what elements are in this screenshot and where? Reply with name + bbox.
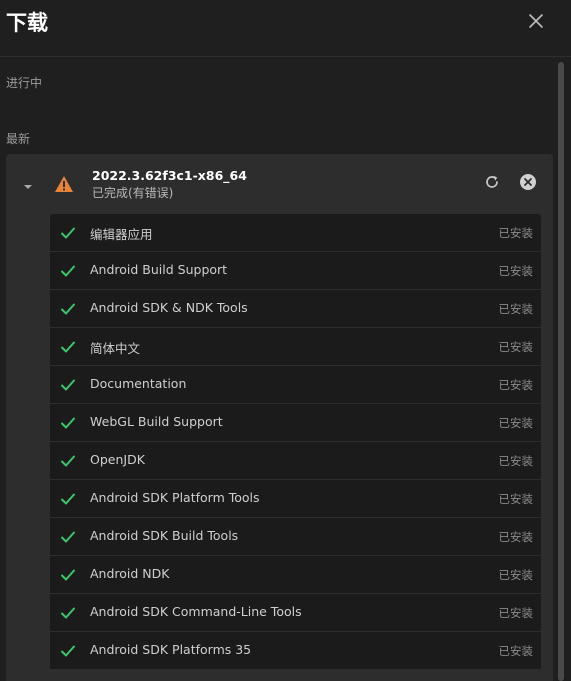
module-state: 已安装 xyxy=(498,568,534,582)
module-state: 已安装 xyxy=(498,340,534,354)
module-name: Android SDK Platforms 35 xyxy=(90,642,252,657)
module-state: 已安装 xyxy=(498,378,534,392)
module-state: 已安装 xyxy=(498,606,534,620)
module-name: 编辑器应用 xyxy=(90,227,153,242)
check-icon xyxy=(60,605,76,619)
module-row: OpenJDK 已安装 xyxy=(50,442,541,480)
download-card-header: 2022.3.62f3c1-x86_64 已完成(有错误) xyxy=(6,154,553,212)
module-state: 已安装 xyxy=(498,264,534,278)
module-row: Android SDK Platforms 35 已安装 xyxy=(50,632,541,670)
module-name: Android Build Support xyxy=(90,262,228,277)
module-name: Android NDK xyxy=(90,566,170,581)
module-state: 已安装 xyxy=(498,302,534,316)
module-row: 简体中文 已安装 xyxy=(50,328,541,366)
section-latest-label: 最新 xyxy=(6,132,31,146)
panel-title: 下载 xyxy=(6,11,48,35)
scrollbar[interactable] xyxy=(558,62,566,681)
module-name: Android SDK & NDK Tools xyxy=(90,300,248,315)
retry-button[interactable] xyxy=(483,173,501,191)
close-icon xyxy=(529,14,543,28)
module-row: Android NDK 已安装 xyxy=(50,556,541,594)
collapse-toggle[interactable] xyxy=(22,177,34,189)
module-name: WebGL Build Support xyxy=(90,414,223,429)
section-in-progress-label: 进行中 xyxy=(6,76,43,90)
module-row: Documentation 已安装 xyxy=(50,366,541,404)
module-name: Android SDK Build Tools xyxy=(90,528,239,543)
check-icon xyxy=(60,377,76,391)
warning-icon xyxy=(54,175,74,193)
module-state: 已安装 xyxy=(498,530,534,544)
module-state: 已安装 xyxy=(498,454,534,468)
panel-header: 下载 xyxy=(0,0,571,57)
close-circle-icon xyxy=(520,174,536,190)
module-row: Android Build Support 已安装 xyxy=(50,252,541,290)
check-icon xyxy=(60,339,76,353)
check-icon xyxy=(60,225,76,239)
check-icon xyxy=(60,453,76,467)
module-name: Android SDK Platform Tools xyxy=(90,490,260,505)
download-card: 2022.3.62f3c1-x86_64 已完成(有错误) 编辑器应用 已安装 … xyxy=(6,154,553,681)
check-icon xyxy=(60,643,76,657)
module-name: Documentation xyxy=(90,376,187,391)
module-row: Android SDK Platform Tools 已安装 xyxy=(50,480,541,518)
module-row: 编辑器应用 已安装 xyxy=(50,214,541,252)
module-state: 已安装 xyxy=(498,492,534,506)
check-icon xyxy=(60,491,76,505)
module-state: 已安装 xyxy=(498,416,534,430)
module-row: WebGL Build Support 已安装 xyxy=(50,404,541,442)
downloads-panel: 下载 进行中 最新 2022.3.62f3c1-x86_64 已完成(有错误) … xyxy=(0,0,571,681)
module-state: 已安装 xyxy=(498,226,534,240)
close-button[interactable] xyxy=(527,12,545,30)
module-name: Android SDK Command-Line Tools xyxy=(90,604,302,619)
check-icon xyxy=(60,567,76,581)
module-name: 简体中文 xyxy=(90,341,141,356)
check-icon xyxy=(60,415,76,429)
module-row: Android SDK & NDK Tools 已安装 xyxy=(50,290,541,328)
check-icon xyxy=(60,263,76,277)
download-version: 2022.3.62f3c1-x86_64 xyxy=(92,168,247,183)
module-row: Android SDK Command-Line Tools 已安装 xyxy=(50,594,541,632)
module-row: Android SDK Build Tools 已安装 xyxy=(50,518,541,556)
chevron-down-icon xyxy=(24,185,32,189)
refresh-icon xyxy=(486,175,498,188)
module-list: 编辑器应用 已安装 Android Build Support 已安装 Andr… xyxy=(50,214,541,670)
download-status: 已完成(有错误) xyxy=(92,186,174,200)
remove-download-button[interactable] xyxy=(519,173,537,191)
module-state: 已安装 xyxy=(498,644,534,658)
check-icon xyxy=(60,301,76,315)
scrollbar-thumb[interactable] xyxy=(558,62,564,681)
module-name: OpenJDK xyxy=(90,452,145,467)
check-icon xyxy=(60,529,76,543)
